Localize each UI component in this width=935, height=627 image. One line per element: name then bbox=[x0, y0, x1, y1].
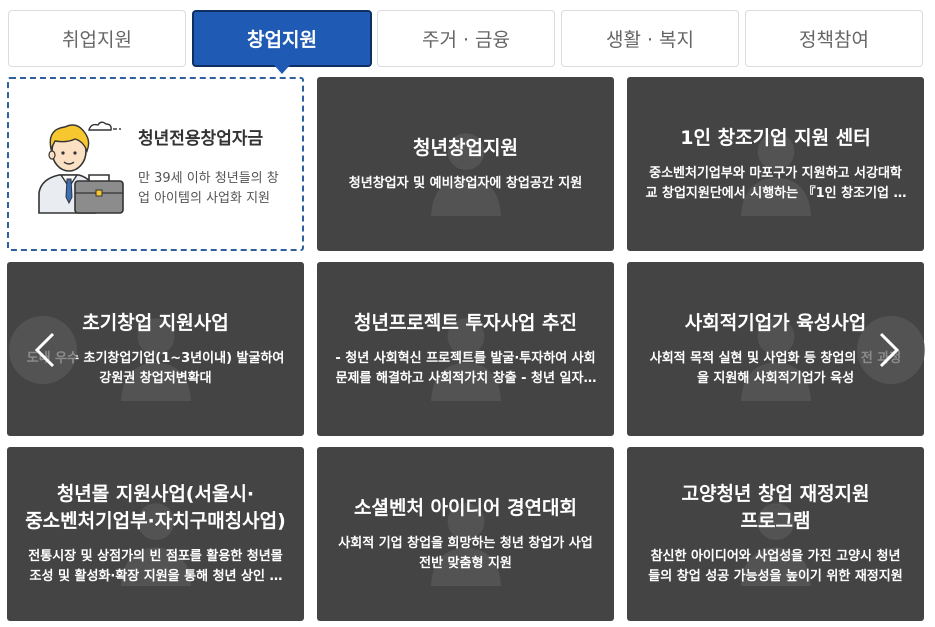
card-description: 청년창업자 및 예비창업자에 창업공간 지원 bbox=[348, 175, 583, 191]
card-description: 만 39세 이하 청년들의 창업 아이템의 사업화 지원 bbox=[138, 171, 279, 206]
card-title: 청년몰 지원사업(서울시·중소벤처기업부·자치구매칭사업) bbox=[25, 483, 286, 532]
businessman-briefcase-icon bbox=[38, 121, 124, 214]
card-description: 사회적 기업 창업을 희망하는 청년 창업가 사업 전반 맞춤형 지원 bbox=[338, 535, 593, 571]
policy-card-featured[interactable]: 청년전용창업자금 만 39세 이하 청년들의 창업 아이템의 사업화 지원 bbox=[7, 77, 304, 251]
card-description: - 청년 사회혁신 프로젝트를 발굴·투자하여 사회문제를 해결하고 사회적가치… bbox=[335, 350, 596, 386]
carousel-next-button[interactable] bbox=[857, 316, 925, 384]
policy-card[interactable]: 고양청년 창업 재정지원 프로그램 참신한 아이디어와 사업성을 가진 고양시 … bbox=[627, 447, 924, 621]
policy-card[interactable]: 청년몰 지원사업(서울시·중소벤처기업부·자치구매칭사업) 전통시장 및 상점가… bbox=[7, 447, 304, 621]
card-description: 전통시장 및 상점가의 빈 점포를 활용한 청년몰 조성 및 활성화·확장 지원… bbox=[28, 549, 283, 584]
card-title: 청년전용창업자금 bbox=[138, 129, 264, 149]
tab-employment[interactable]: 취업지원 bbox=[8, 10, 186, 67]
category-tabs: 취업지원 창업지원 주거 · 금융 생활 · 복지 정책참여 bbox=[8, 10, 923, 74]
card-title: 고양청년 창업 재정지원 프로그램 bbox=[681, 483, 870, 532]
card-title: 사회적기업가 육성사업 bbox=[684, 311, 867, 334]
tab-policy-participation[interactable]: 정책참여 bbox=[745, 10, 923, 67]
policy-card[interactable]: 청년창업지원 청년창업자 및 예비창업자에 창업공간 지원 bbox=[317, 77, 614, 251]
card-title: 청년창업지원 bbox=[413, 136, 518, 159]
tab-housing-finance[interactable]: 주거 · 금융 bbox=[377, 10, 555, 67]
tab-startup[interactable]: 창업지원 bbox=[192, 10, 372, 74]
tab-living-welfare[interactable]: 생활 · 복지 bbox=[561, 10, 739, 67]
policy-card[interactable]: 소셜벤처 아이디어 경연대회 사회적 기업 창업을 희망하는 청년 창업가 사업… bbox=[317, 447, 614, 621]
card-description: 중소벤처기업부와 마포구가 지원하고 서강대학교 창업지원단에서 시행하는 『1… bbox=[645, 165, 906, 201]
policy-card[interactable]: 1인 창조기업 지원 센터 중소벤처기업부와 마포구가 지원하고 서강대학교 창… bbox=[627, 77, 924, 251]
card-title: 초기창업 지원사업 bbox=[82, 311, 229, 334]
card-title: 1인 창조기업 지원 센터 bbox=[680, 126, 871, 149]
card-title: 청년프로젝트 투자사업 추진 bbox=[354, 311, 577, 334]
chevron-right-icon bbox=[879, 332, 900, 368]
card-description: 참신한 아이디어와 사업성을 가진 고양시 청년들의 창업 성공 가능성을 높이… bbox=[648, 549, 903, 584]
chevron-left-icon bbox=[34, 332, 55, 368]
card-title: 소셜벤처 아이디어 경연대회 bbox=[354, 496, 577, 519]
carousel-prev-button[interactable] bbox=[9, 316, 77, 384]
policy-card[interactable]: 청년프로젝트 투자사업 추진 - 청년 사회혁신 프로젝트를 발굴·투자하여 사… bbox=[317, 262, 614, 436]
